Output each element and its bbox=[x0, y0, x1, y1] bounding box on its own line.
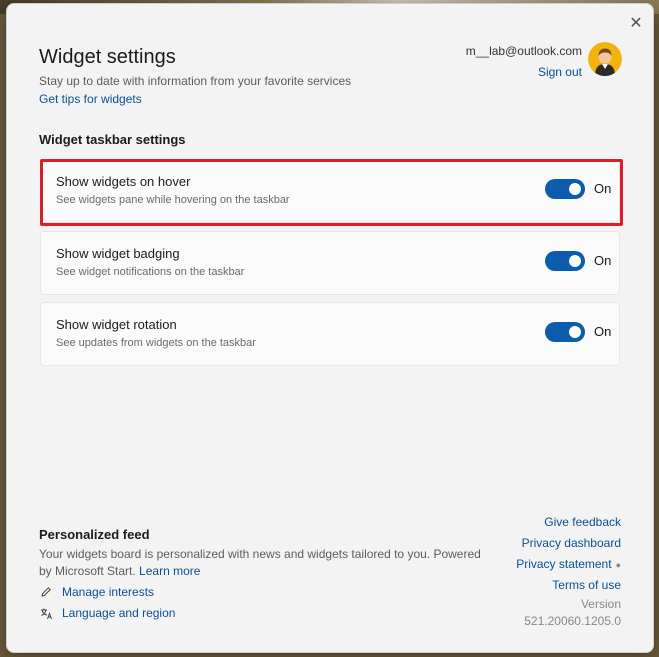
pencil-icon bbox=[39, 585, 53, 599]
rotation-toggle[interactable] bbox=[545, 322, 585, 342]
footer-links: Give feedback Privacy dashboard Privacy … bbox=[477, 512, 621, 629]
manage-interests-label: Manage interests bbox=[62, 585, 155, 599]
toggle-knob bbox=[569, 255, 581, 267]
give-feedback-link[interactable]: Give feedback bbox=[477, 512, 621, 533]
hover-toggle[interactable] bbox=[545, 179, 585, 199]
toggle-state-label: On bbox=[594, 253, 612, 268]
version-label: Version bbox=[580, 597, 621, 611]
personalized-feed-heading: Personalized feed bbox=[39, 527, 150, 542]
setting-description: See widget notifications on the taskbar bbox=[56, 266, 245, 278]
privacy-dashboard-link[interactable]: Privacy dashboard bbox=[477, 533, 621, 554]
avatar-icon bbox=[588, 42, 622, 76]
page-title: Widget settings bbox=[39, 46, 176, 68]
widget-settings-panel: ✕ Widget settings Stay up to date with i… bbox=[6, 3, 654, 653]
dot-separator-icon: ● bbox=[615, 560, 621, 570]
version-number: 521.20060.1205.0 bbox=[524, 614, 621, 628]
toggle-state-label: On bbox=[594, 181, 612, 196]
setting-card-hover: Show widgets on hover See widgets pane w… bbox=[40, 159, 620, 223]
account-info: m__lab@outlook.com Sign out bbox=[437, 44, 582, 79]
setting-title: Show widget rotation bbox=[56, 317, 177, 332]
close-icon[interactable]: ✕ bbox=[627, 14, 645, 32]
avatar[interactable] bbox=[588, 42, 622, 76]
page-subtitle: Stay up to date with information from yo… bbox=[39, 74, 352, 88]
privacy-statement-label: Privacy statement bbox=[516, 557, 612, 571]
toggle-knob bbox=[569, 183, 581, 195]
badging-toggle[interactable] bbox=[545, 251, 585, 271]
toggle-knob bbox=[569, 326, 581, 338]
privacy-statement-link[interactable]: Privacy statement ● bbox=[477, 554, 621, 575]
language-region-label: Language and region bbox=[62, 606, 176, 620]
language-icon bbox=[39, 606, 53, 620]
get-tips-link[interactable]: Get tips for widgets bbox=[39, 92, 142, 106]
language-region-link[interactable]: Language and region bbox=[39, 606, 175, 620]
setting-card-rotation: Show widget rotation See updates from wi… bbox=[40, 302, 620, 366]
setting-title: Show widgets on hover bbox=[56, 174, 191, 189]
feed-description-text: Your widgets board is personalized with … bbox=[39, 547, 481, 578]
manage-interests-link[interactable]: Manage interests bbox=[39, 585, 154, 599]
sign-out-link[interactable]: Sign out bbox=[437, 65, 582, 79]
setting-description: See updates from widgets on the taskbar bbox=[56, 337, 256, 349]
terms-of-use-link[interactable]: Terms of use bbox=[477, 575, 621, 596]
toggle-state-label: On bbox=[594, 324, 612, 339]
setting-description: See widgets pane while hovering on the t… bbox=[56, 194, 290, 206]
taskbar-settings-heading: Widget taskbar settings bbox=[39, 132, 186, 147]
account-email: m__lab@outlook.com bbox=[465, 44, 582, 58]
setting-card-badging: Show widget badging See widget notificat… bbox=[40, 231, 620, 295]
personalized-feed-description: Your widgets board is personalized with … bbox=[39, 546, 489, 580]
learn-more-link[interactable]: Learn more bbox=[139, 564, 200, 578]
setting-title: Show widget badging bbox=[56, 246, 180, 261]
